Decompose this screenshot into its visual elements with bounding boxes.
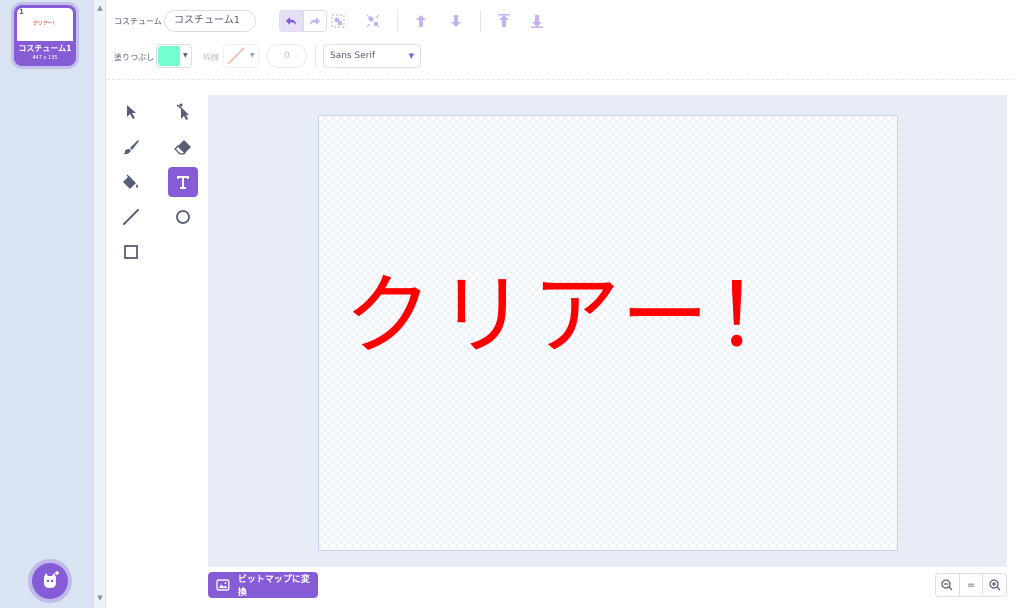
costume-card[interactable]: 1 クリアー！ コスチューム1 447 x 135 — [14, 5, 76, 66]
backward-icon[interactable] — [447, 12, 465, 30]
chevron-down-icon: ▼ — [250, 52, 255, 59]
undo-icon — [286, 17, 296, 25]
ungroup-icon[interactable] — [364, 12, 382, 30]
costume-number: 1 — [19, 8, 24, 16]
eraser-icon — [174, 140, 191, 155]
brush-tool[interactable] — [116, 132, 146, 162]
no-color-icon — [227, 47, 245, 65]
costume-thumbnail: 1 クリアー！ — [17, 8, 73, 41]
circle-icon — [176, 210, 190, 224]
toolbar-divider — [480, 10, 481, 32]
paint-editor: コスチューム コスチューム1 塗りつぶし ▼ 枠線 ▼ 0 Sans Serif… — [107, 0, 1024, 608]
text-tool[interactable] — [168, 167, 198, 197]
drawing-canvas[interactable]: クリアー！ — [318, 115, 898, 551]
zoom-controls: = — [935, 573, 1007, 597]
arrow-pointer-icon — [127, 105, 136, 119]
paint-bucket-icon — [123, 174, 138, 189]
stroke-width-input[interactable]: 0 — [267, 44, 307, 68]
eraser-tool[interactable] — [168, 132, 198, 162]
choose-costume-button[interactable] — [32, 563, 68, 599]
forward-icon[interactable] — [412, 12, 430, 30]
image-icon — [216, 579, 230, 591]
redo-icon — [310, 17, 320, 25]
font-dropdown[interactable]: Sans Serif ▼ — [323, 44, 421, 68]
zoom-in-button[interactable] — [983, 574, 1006, 596]
front-icon[interactable] — [495, 12, 513, 30]
chevron-down-icon: ▼ — [408, 52, 414, 60]
line-icon — [123, 209, 139, 225]
font-value: Sans Serif — [330, 51, 376, 61]
costume-label: コスチューム — [114, 17, 162, 26]
canvas-area[interactable]: クリアー！ — [208, 95, 1007, 567]
scroll-up-icon[interactable]: ▲ — [96, 4, 104, 12]
scroll-down-icon[interactable]: ▼ — [96, 594, 104, 602]
zoom-out-button[interactable] — [936, 574, 960, 596]
redo-button[interactable] — [303, 10, 327, 32]
fill-color-swatch — [158, 46, 180, 66]
text-t-icon — [177, 176, 189, 189]
brush-icon — [123, 140, 139, 155]
back-icon[interactable] — [528, 12, 546, 30]
convert-to-bitmap-button[interactable]: ビットマップに変換 — [208, 572, 318, 598]
costume-list: 1 クリアー！ コスチューム1 447 x 135 — [0, 0, 94, 608]
fill-tool[interactable] — [116, 167, 146, 197]
costume-name: コスチューム1 — [18, 44, 72, 53]
fill-label: 塗りつぶし — [114, 53, 155, 62]
rectangle-tool[interactable] — [116, 237, 146, 267]
line-tool[interactable] — [116, 202, 146, 232]
costume-list-scrollbar[interactable]: ▲ ▼ — [94, 0, 106, 608]
toolbar-divider — [315, 44, 316, 68]
costume-name-input[interactable]: コスチューム1 — [164, 10, 256, 32]
rectangle-icon — [124, 245, 138, 259]
select-tool[interactable] — [116, 97, 146, 127]
toolbar-divider — [397, 10, 398, 32]
costume-size: 447 x 135 — [32, 55, 58, 61]
fill-color-picker[interactable]: ▼ — [156, 44, 192, 68]
cat-plus-icon — [44, 571, 59, 588]
chevron-down-icon: ▼ — [183, 52, 188, 59]
stroke-label: 枠線 — [203, 53, 219, 62]
costume-thumbnail-text: クリアー！ — [32, 21, 58, 27]
zoom-reset-button[interactable]: = — [960, 574, 984, 596]
toolbar-separator — [107, 79, 1014, 80]
circle-tool[interactable] — [168, 202, 198, 232]
reshape-icon — [176, 103, 189, 120]
reshape-tool[interactable] — [168, 97, 198, 127]
group-icon[interactable] — [329, 12, 347, 30]
zoom-out-icon — [941, 579, 953, 591]
zoom-in-icon — [989, 579, 1001, 591]
stroke-color-picker[interactable]: ▼ — [223, 44, 259, 68]
convert-to-bitmap-label: ビットマップに変換 — [237, 575, 310, 598]
canvas-text[interactable]: クリアー！ — [344, 266, 809, 366]
undo-button[interactable] — [279, 10, 303, 32]
